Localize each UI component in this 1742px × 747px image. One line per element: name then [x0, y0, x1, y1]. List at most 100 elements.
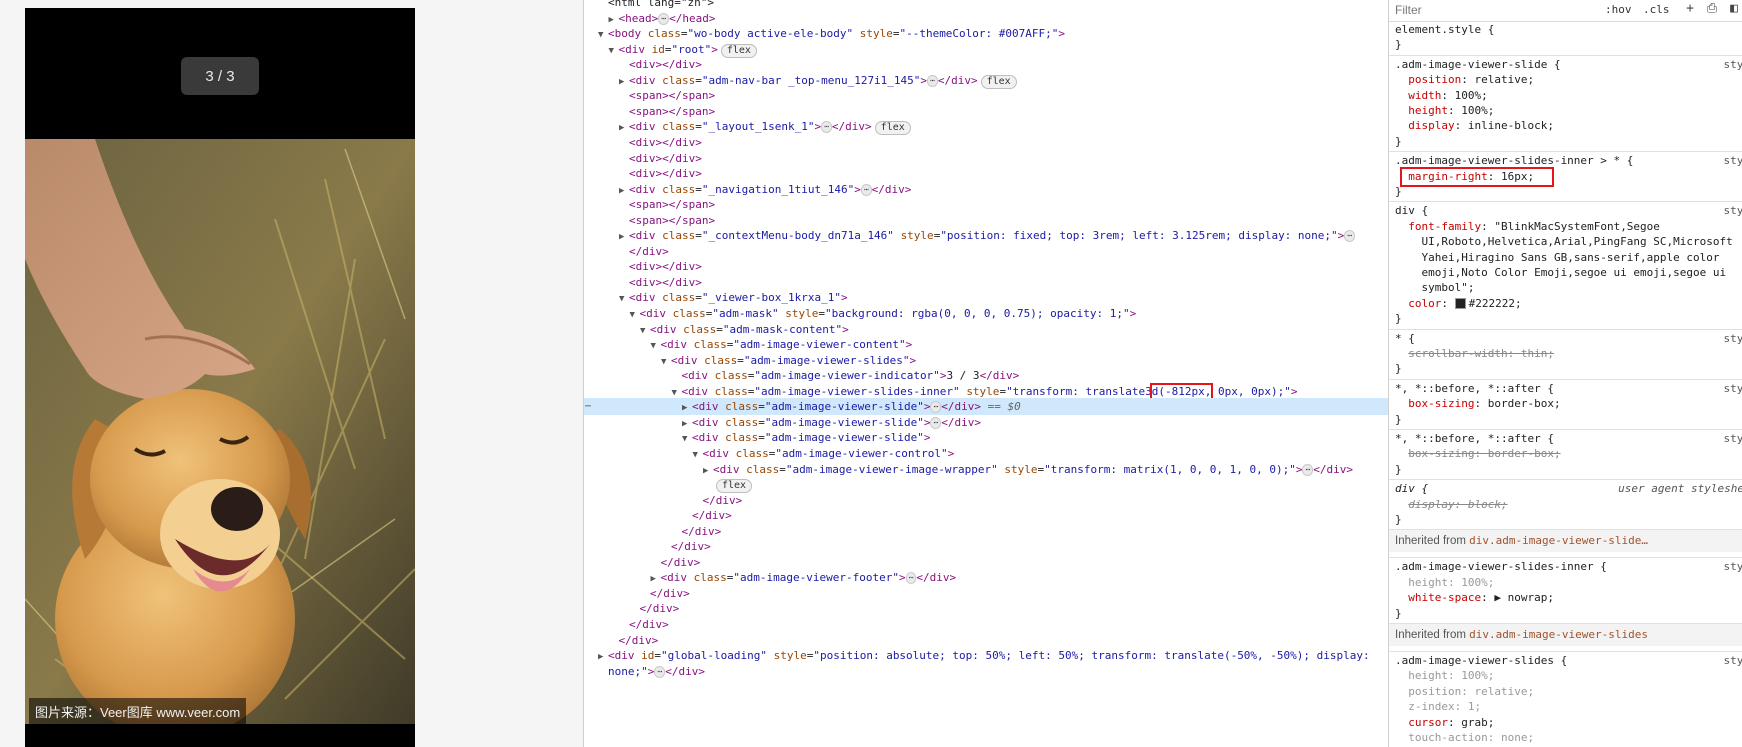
add-rule-icon[interactable]: + [1683, 2, 1697, 16]
dom-node[interactable]: ▶ <div class="_navigation_1tiut_146"> ⋯ </d… [584, 181, 1388, 198]
stylesheet-source-link[interactable]: styl [1724, 153, 1742, 169]
css-declaration[interactable]: symbol"; [1389, 280, 1742, 296]
css-selector[interactable]: *, *::before, *::after {styl [1389, 381, 1742, 397]
dom-node[interactable]: ▶ <div class="adm-image-viewer-slide"> ⋯ </… [584, 414, 1388, 431]
dom-node[interactable]: <div></div> [584, 258, 1388, 275]
css-declaration[interactable]: font-family: "BlinkMacSystemFont,Segoe [1389, 219, 1742, 235]
dom-node-selected[interactable]: ▶ <div class="adm-image-viewer-slide"> ⋯ </… [584, 398, 1388, 416]
dom-node[interactable]: ▼ <div class="_viewer-box_1krxa_1"> [584, 289, 1388, 306]
stylesheet-source-link[interactable]: styl [1724, 559, 1742, 575]
dom-node[interactable]: ▼ <div class="adm-mask" style="background… [584, 305, 1388, 322]
node-actions-icon[interactable]: ⋯ [585, 398, 591, 415]
css-declaration[interactable]: display: inline-block; [1389, 118, 1742, 134]
css-declaration[interactable]: box-sizing: border-box; [1389, 396, 1742, 412]
css-declaration[interactable]: box-sizing: border-box; [1389, 446, 1742, 462]
hov-toggle[interactable]: :hov [1605, 3, 1632, 16]
css-declaration[interactable]: display: block; [1389, 497, 1742, 513]
dom-node[interactable]: ▼ <div class="adm-image-viewer-content"> [584, 336, 1388, 353]
css-selector[interactable]: .adm-image-viewer-slides {styl [1389, 653, 1742, 669]
css-declaration[interactable]: emoji,Noto Color Emoji,segoe ui emoji,se… [1389, 265, 1742, 281]
css-declaration[interactable]: white-space: ▶ nowrap; [1389, 590, 1742, 606]
css-declaration[interactable]: } [1389, 512, 1742, 528]
css-declaration[interactable]: position: relative; [1389, 72, 1742, 88]
dom-node[interactable]: </div> [584, 554, 1388, 571]
dom-node[interactable]: ▶ <head> ⋯ </head> [584, 10, 1388, 27]
dom-node[interactable]: <span></span> [584, 103, 1388, 120]
css-declaration[interactable]: position: relative; [1389, 684, 1742, 700]
stylesheet-source-link[interactable]: styl [1724, 431, 1742, 447]
dom-node[interactable]: ▶ <div class="adm-nav-bar _top-menu_127i1… [584, 72, 1388, 89]
css-declaration[interactable]: width: 100%; [1389, 88, 1742, 104]
elements-panel[interactable]: <html lang="zh"> ▶ <head> ⋯ </head> ▼ <body cl… [584, 0, 1388, 747]
dom-node[interactable]: ▼ <div class="adm-image-viewer-control"> [584, 445, 1388, 462]
css-declaration[interactable]: height: 100%; [1389, 575, 1742, 591]
dom-node[interactable]: <div></div> [584, 134, 1388, 151]
css-selector[interactable]: div {user agent styleshe [1389, 481, 1742, 497]
css-declaration[interactable]: } [1389, 134, 1742, 150]
dom-node[interactable]: </div> [584, 538, 1388, 555]
inherited-source-link[interactable]: div.adm-image-viewer-slide… [1469, 534, 1648, 547]
dom-node[interactable]: <div></div> [584, 274, 1388, 291]
dom-node[interactable]: </div> [584, 616, 1388, 633]
css-declaration[interactable]: height: 100%; [1389, 103, 1742, 119]
cls-toggle[interactable]: .cls [1643, 3, 1670, 16]
dom-node[interactable]: ▼ <body class="wo-body active-ele-body" s… [584, 25, 1388, 42]
css-declaration[interactable]: } [1389, 37, 1742, 53]
stylesheet-source-link[interactable]: styl [1724, 331, 1742, 347]
css-selector[interactable]: .adm-image-viewer-slide {styl [1389, 57, 1742, 73]
dom-node[interactable]: ▶ <div class="adm-image-viewer-footer"> ⋯ <… [584, 569, 1388, 586]
dom-node[interactable]: </div> [584, 632, 1388, 649]
css-declaration[interactable]: color: #222222; [1389, 296, 1742, 312]
stylesheet-source-link[interactable]: styl [1724, 57, 1742, 73]
css-declaration[interactable]: touch-action: none; [1389, 730, 1742, 746]
dom-node[interactable]: ▼ <div class="adm-image-viewer-slides-inn… [584, 382, 1388, 400]
inherited-source-link[interactable]: div.adm-image-viewer-slides [1469, 628, 1648, 641]
dom-node[interactable]: <span></span> [584, 87, 1388, 104]
css-declaration[interactable]: Yahei,Hiragino Sans GB,sans-serif,apple … [1389, 250, 1742, 266]
css-selector[interactable]: *, *::before, *::after {styl [1389, 431, 1742, 447]
css-declaration[interactable]: z-index: 1; [1389, 699, 1742, 715]
css-declaration[interactable]: height: 100%; [1389, 668, 1742, 684]
dom-node[interactable]: <div></div> [584, 56, 1388, 73]
dom-node[interactable]: <div class="adm-image-viewer-indicator">… [584, 367, 1388, 384]
stylesheet-source-link[interactable]: styl [1724, 653, 1742, 669]
dom-node[interactable]: <div></div> [584, 150, 1388, 167]
css-selector[interactable]: .adm-image-viewer-slides-inner {styl [1389, 559, 1742, 575]
image-viewer-mask[interactable]: 3 / 3 图片来源：Veer图库 www.veer.com [25, 8, 415, 747]
stylesheet-source-link[interactable]: styl [1724, 203, 1742, 219]
dom-node[interactable]: none;"> ⋯ </div> [584, 663, 1388, 680]
dom-node[interactable]: </div> [584, 243, 1388, 260]
dom-node[interactable]: ▼ <div class="adm-image-viewer-slides"> [584, 352, 1388, 369]
dom-node[interactable]: </div> [584, 492, 1388, 509]
dom-node[interactable]: ▼ <div class="adm-image-viewer-slide"> [584, 429, 1388, 446]
dom-node[interactable]: </div> [584, 523, 1388, 540]
print-media-icon[interactable]: ⎙ [1705, 2, 1719, 16]
dom-node[interactable]: flex [584, 476, 1388, 494]
stylesheet-source-link[interactable]: user agent styleshe [1618, 481, 1742, 497]
css-selector[interactable]: div {styl [1389, 203, 1742, 219]
dom-node[interactable]: <div></div> [584, 165, 1388, 182]
css-declaration[interactable]: } [1389, 606, 1742, 622]
dom-node[interactable]: </div> [584, 600, 1388, 617]
styles-panel[interactable]: Filter :hov .cls + ⎙ ◧ element.style {}.… [1389, 0, 1742, 747]
css-selector[interactable]: * {styl [1389, 331, 1742, 347]
computed-toggle-icon[interactable]: ◧ [1727, 2, 1741, 16]
css-declaration[interactable]: } [1389, 412, 1742, 428]
dom-node[interactable]: ▼ <div id="root"> flex [584, 41, 1388, 58]
dom-node[interactable]: </div> [584, 585, 1388, 602]
dom-node[interactable]: </div> [584, 507, 1388, 524]
css-declaration[interactable]: } [1389, 361, 1742, 377]
dom-node[interactable]: <span></span> [584, 212, 1388, 229]
css-declaration[interactable]: UI,Roboto,Helvetica,Arial,PingFang SC,Mi… [1389, 234, 1742, 250]
dom-node[interactable]: ▼ <div class="adm-mask-content"> [584, 321, 1388, 338]
dom-node[interactable]: ▶ <div id="global-loading" style="positio… [584, 647, 1388, 664]
filter-input[interactable]: Filter [1395, 3, 1422, 17]
dom-node[interactable]: ▶ <div class="_layout_1senk_1"> ⋯ </div> fle… [584, 118, 1388, 136]
css-declaration[interactable]: scrollbar-width: thin; [1389, 346, 1742, 362]
css-declaration[interactable]: } [1389, 462, 1742, 478]
dog-photo[interactable]: 图片来源：Veer图库 www.veer.com [25, 139, 415, 724]
css-declaration[interactable]: } [1389, 311, 1742, 327]
css-selector[interactable]: element.style { [1389, 22, 1742, 38]
css-declaration[interactable]: cursor: grab; [1389, 715, 1742, 731]
dom-node[interactable]: ▶ <div class="_contextMenu-body_dn71a_146… [584, 227, 1388, 244]
